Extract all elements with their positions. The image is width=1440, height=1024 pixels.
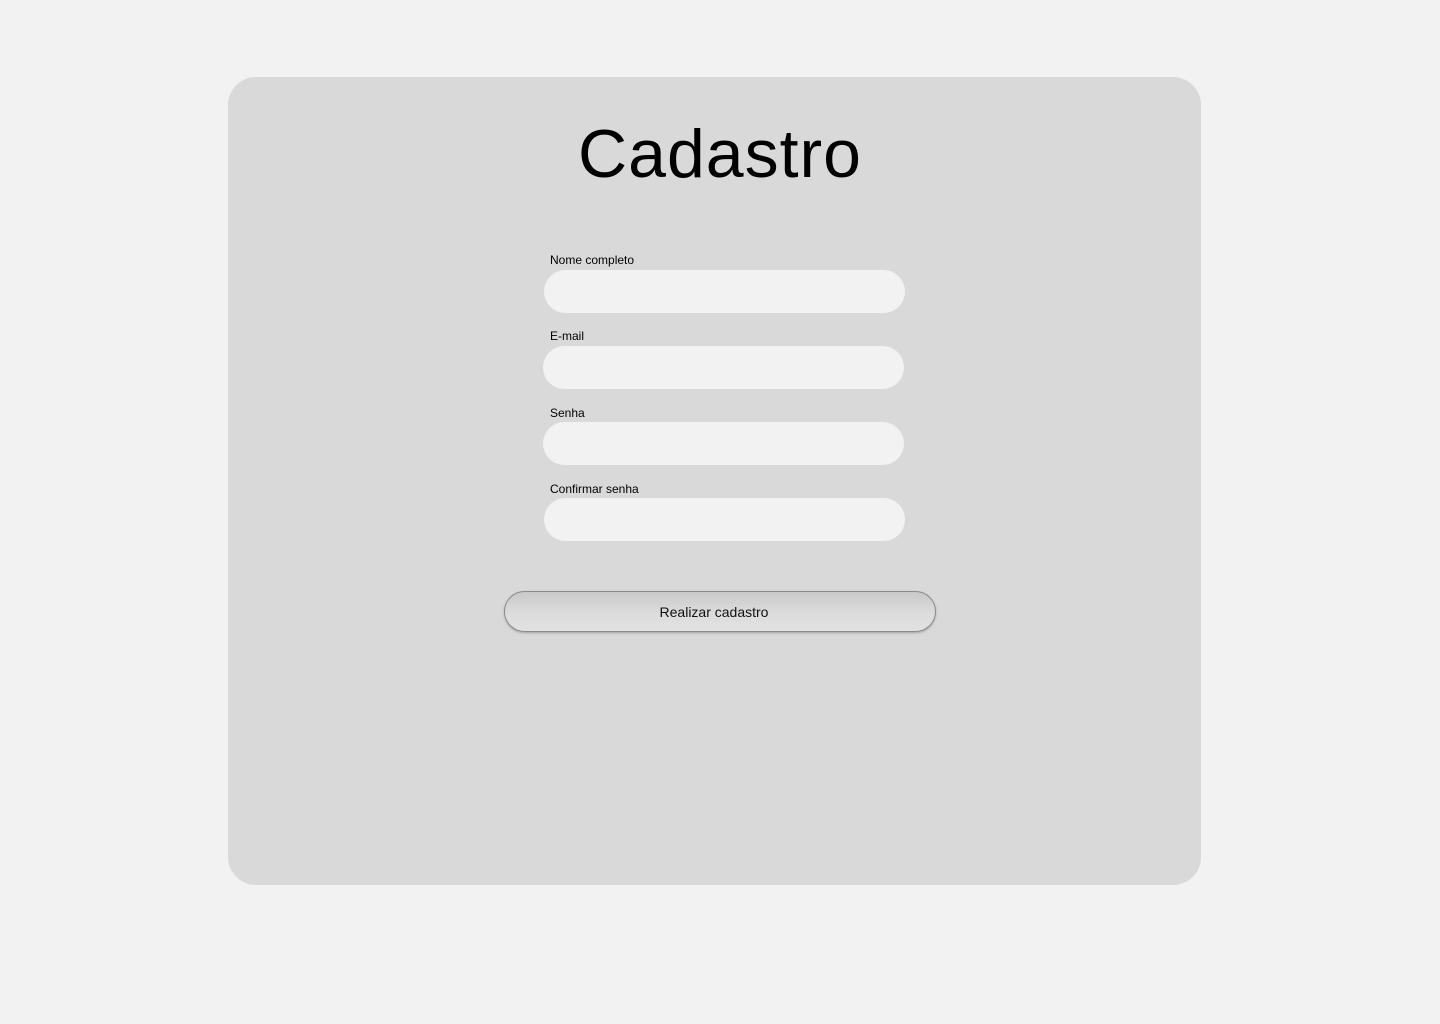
- confirm-password-label: Confirmar senha: [550, 482, 639, 496]
- full-name-input[interactable]: [544, 270, 905, 313]
- email-input[interactable]: [543, 346, 904, 389]
- page-title: Cadastro: [578, 116, 862, 192]
- confirm-password-input[interactable]: [544, 498, 905, 541]
- signup-submit-button[interactable]: Realizar cadastro: [504, 591, 936, 632]
- signup-card: [228, 77, 1201, 885]
- password-input[interactable]: [543, 422, 904, 465]
- full-name-label: Nome completo: [550, 253, 635, 267]
- email-label: E-mail: [550, 329, 585, 343]
- page: Cadastro Nome completo E-mail Senha Conf…: [0, 0, 1440, 1024]
- password-label: Senha: [550, 406, 585, 420]
